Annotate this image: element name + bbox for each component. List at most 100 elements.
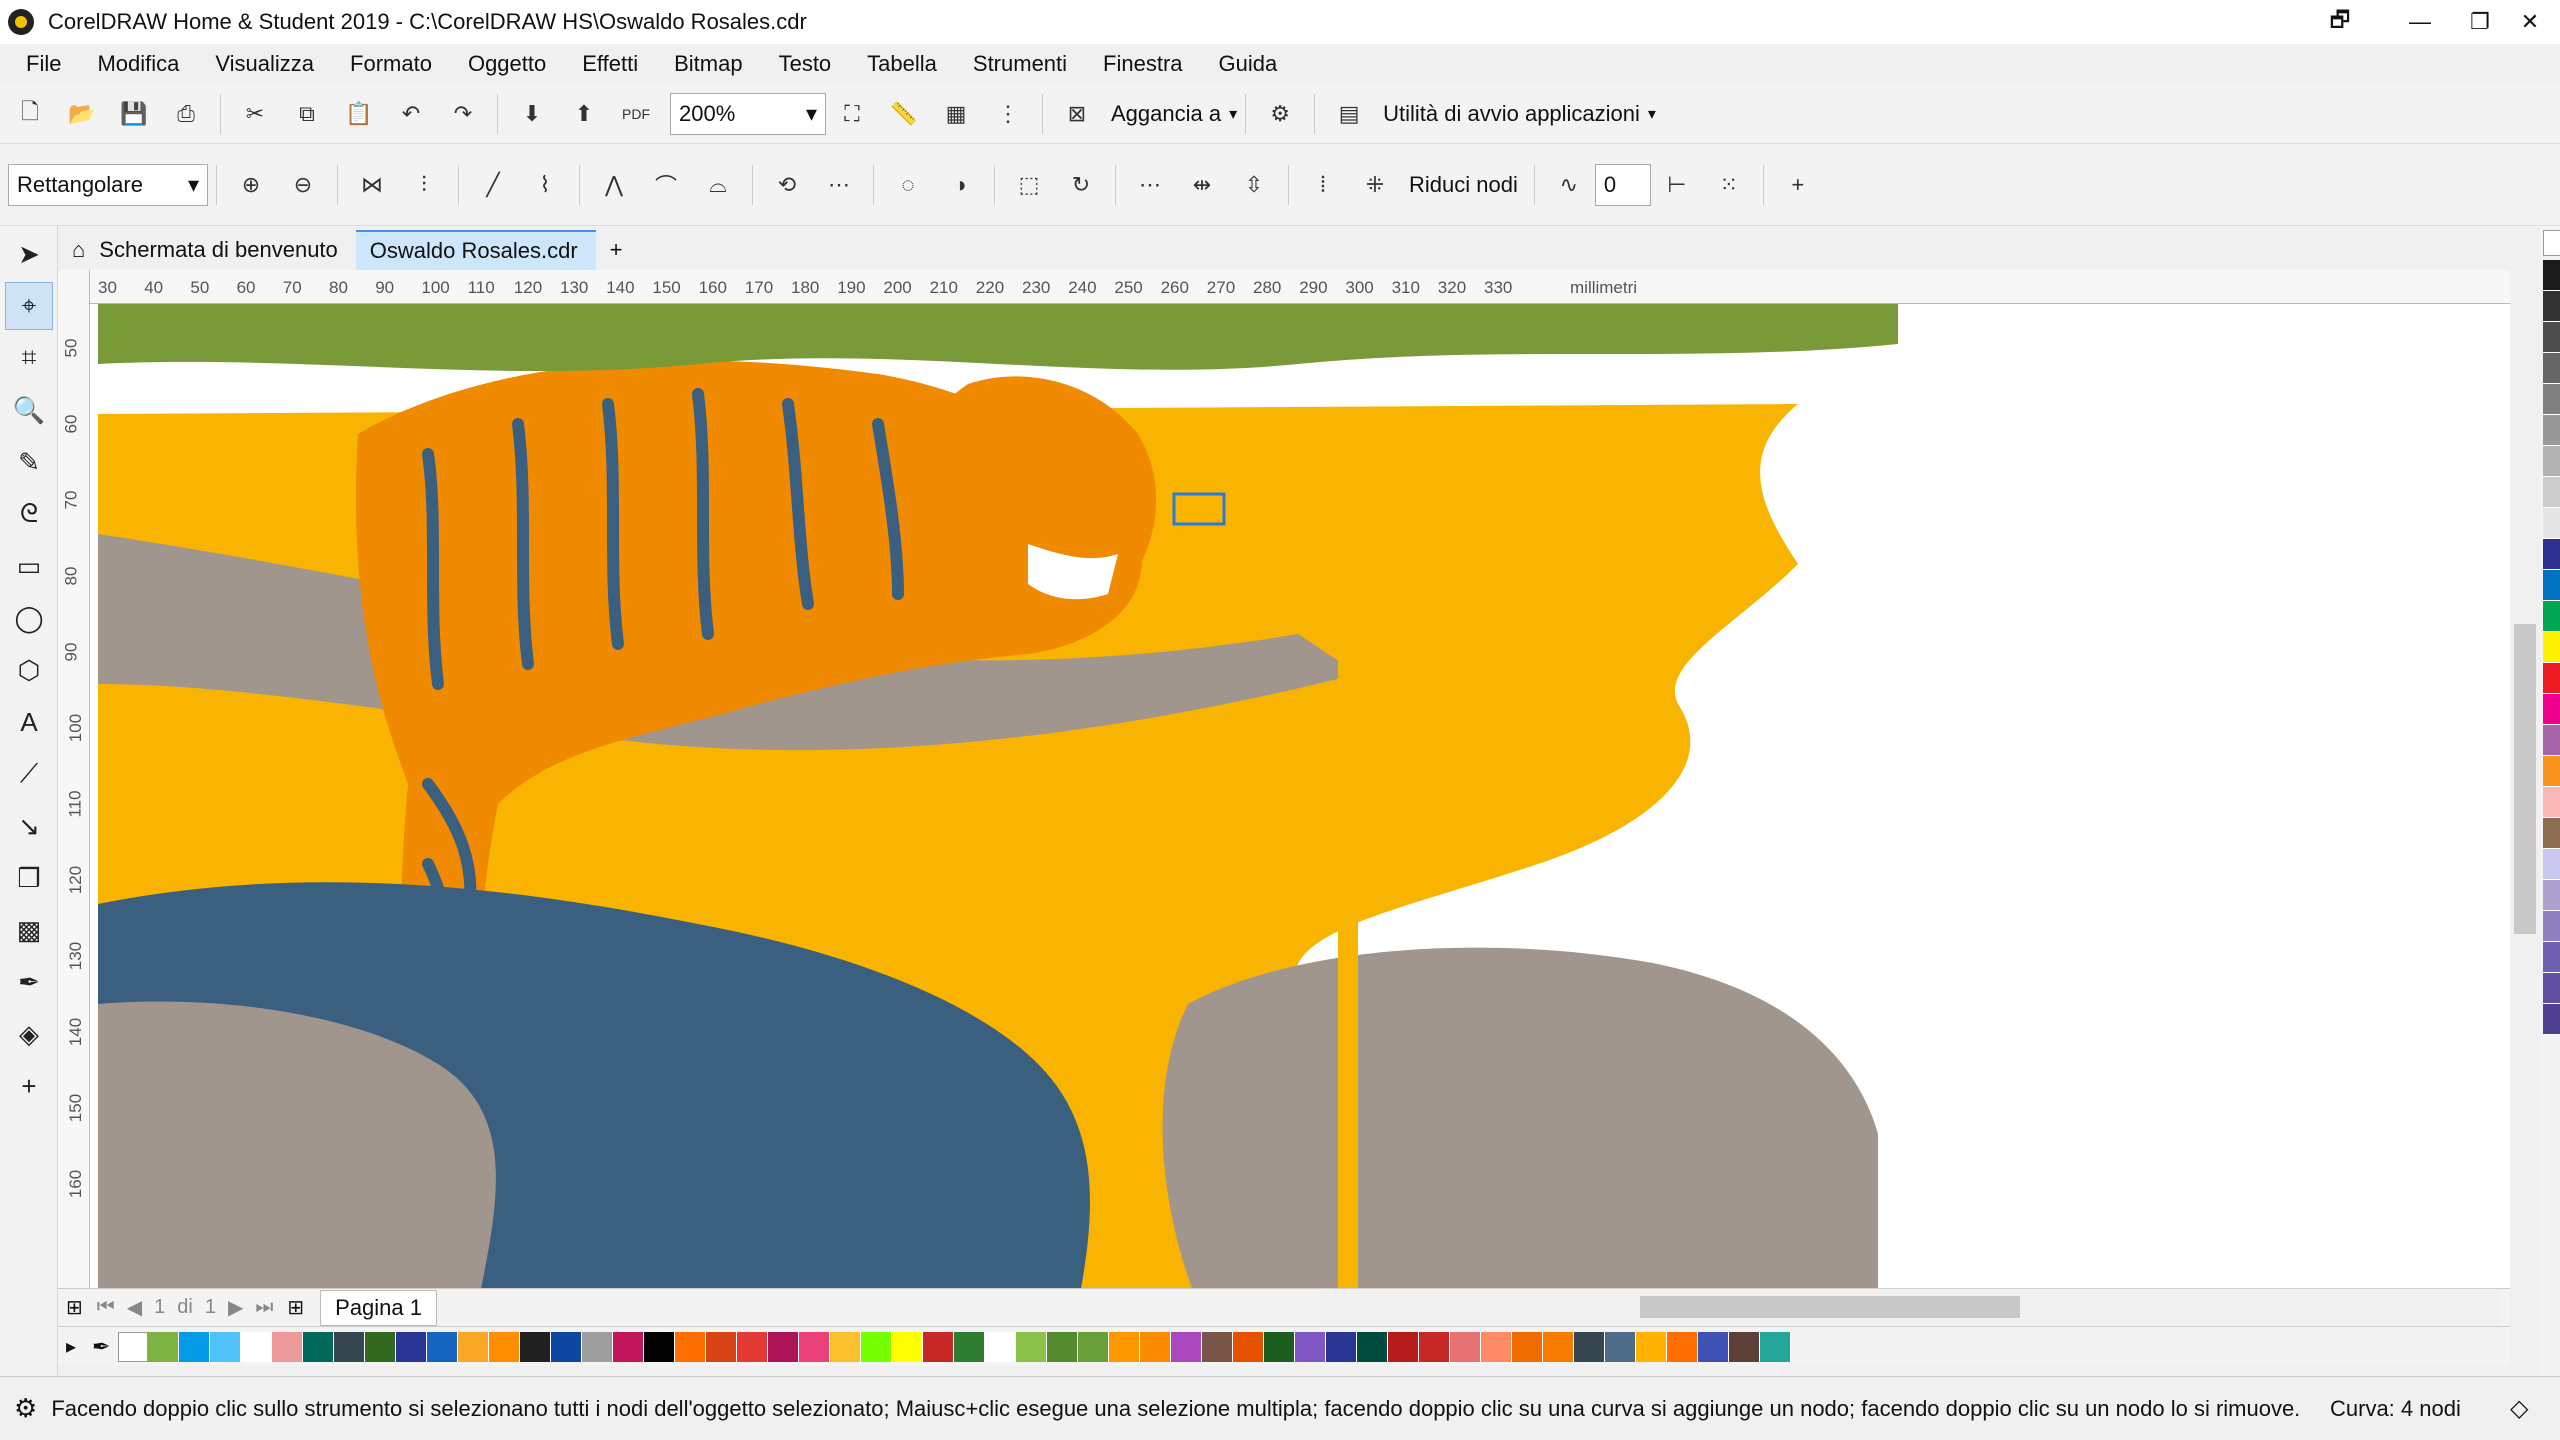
full-screen-icon[interactable]: ⛶: [830, 92, 874, 136]
color-swatch[interactable]: [2543, 570, 2560, 601]
color-swatch[interactable]: [1667, 1331, 1699, 1362]
color-swatch[interactable]: [1729, 1331, 1761, 1362]
smooth-node-icon[interactable]: ⌒: [644, 163, 688, 207]
color-swatch[interactable]: [1512, 1331, 1544, 1362]
color-swatch[interactable]: [644, 1331, 676, 1362]
color-swatch[interactable]: [551, 1331, 583, 1362]
color-swatch[interactable]: [2543, 415, 2560, 446]
color-swatch[interactable]: [1171, 1331, 1203, 1362]
color-swatch[interactable]: [861, 1331, 893, 1362]
add-tool-icon[interactable]: +: [5, 1062, 53, 1110]
color-swatch[interactable]: [365, 1331, 397, 1362]
elastic-mode-icon[interactable]: ⦙: [1301, 163, 1345, 207]
menu-oggetto[interactable]: Oggetto: [460, 49, 554, 79]
color-swatch[interactable]: [1543, 1331, 1575, 1362]
color-swatch[interactable]: [334, 1331, 366, 1362]
ellipse-tool-icon[interactable]: ◯: [5, 594, 53, 642]
close-curve-selected-icon[interactable]: ◑: [938, 163, 982, 207]
print-icon[interactable]: ⎙: [164, 92, 208, 136]
new-tab-button[interactable]: +: [596, 230, 641, 270]
color-swatch[interactable]: [737, 1331, 769, 1362]
menu-strumenti[interactable]: Strumenti: [965, 49, 1075, 79]
add-page-icon[interactable]: ⊞: [66, 1295, 83, 1320]
symmetric-node-icon[interactable]: ⌓: [696, 163, 740, 207]
close-curve-icon[interactable]: ◌: [886, 163, 930, 207]
color-swatch[interactable]: [2543, 353, 2560, 384]
prev-page-icon[interactable]: ◀: [127, 1295, 142, 1320]
menu-bitmap[interactable]: Bitmap: [666, 49, 750, 79]
color-swatch[interactable]: [1481, 1331, 1513, 1362]
color-swatch[interactable]: [830, 1331, 862, 1362]
color-swatch[interactable]: [2543, 756, 2560, 787]
show-rulers-icon[interactable]: 📏: [882, 92, 926, 136]
color-swatch[interactable]: [2543, 1004, 2560, 1035]
snap-to-button[interactable]: Aggancia a: [1111, 101, 1221, 127]
add-page-after-icon[interactable]: ⊞: [287, 1295, 304, 1320]
color-swatch[interactable]: [303, 1331, 335, 1362]
horizontal-ruler[interactable]: 30 40 50 60 70 80 90 100 110 120 130 140 150 160 170 18…: [90, 270, 2510, 304]
palette-scroll-left-icon[interactable]: ▸: [66, 1334, 76, 1359]
color-swatch[interactable]: [2543, 477, 2560, 508]
color-swatch[interactable]: [2543, 291, 2560, 322]
interactive-fill-tool-icon[interactable]: ◈: [5, 1010, 53, 1058]
color-swatch[interactable]: [1357, 1331, 1389, 1362]
reduce-nodes-button[interactable]: Riduci nodi: [1409, 172, 1518, 198]
color-swatch[interactable]: [2543, 942, 2560, 973]
undo-icon[interactable]: ↶: [389, 92, 433, 136]
add-toolbar-item-icon[interactable]: +: [1776, 163, 1820, 207]
color-swatch[interactable]: [799, 1331, 831, 1362]
color-swatch[interactable]: [2543, 539, 2560, 570]
color-swatch[interactable]: [2543, 880, 2560, 911]
color-swatch[interactable]: [1574, 1331, 1606, 1362]
polygon-tool-icon[interactable]: ⬡: [5, 646, 53, 694]
color-swatch[interactable]: [2543, 911, 2560, 942]
drawing-canvas[interactable]: [90, 304, 2510, 1304]
color-swatch[interactable]: [2543, 260, 2560, 291]
join-nodes-icon[interactable]: ⋈: [350, 163, 394, 207]
color-swatch[interactable]: [179, 1331, 211, 1362]
cut-icon[interactable]: ✂: [233, 92, 277, 136]
freehand-tool-icon[interactable]: ✎: [5, 438, 53, 486]
menu-finestra[interactable]: Finestra: [1095, 49, 1190, 79]
eyedropper-tool-icon[interactable]: ✒: [5, 958, 53, 1006]
text-tool-icon[interactable]: A: [5, 698, 53, 746]
reverse-direction-icon[interactable]: ⟲: [765, 163, 809, 207]
show-guidelines-icon[interactable]: ⋮: [986, 92, 1030, 136]
pdf-export-icon[interactable]: PDF: [614, 92, 658, 136]
color-swatch[interactable]: [954, 1331, 986, 1362]
no-color-swatch[interactable]: [2543, 230, 2560, 256]
color-swatch[interactable]: [458, 1331, 490, 1362]
connector-tool-icon[interactable]: ↘: [5, 802, 53, 850]
drop-shadow-tool-icon[interactable]: ❒: [5, 854, 53, 902]
color-swatch[interactable]: [2543, 663, 2560, 694]
horizontal-scrollbar[interactable]: [1320, 1290, 2500, 1324]
color-swatch[interactable]: [1388, 1331, 1420, 1362]
vertical-scrollbar[interactable]: [2510, 304, 2540, 1304]
color-swatch[interactable]: [2543, 694, 2560, 725]
show-grid-icon[interactable]: ▦: [934, 92, 978, 136]
gear-icon[interactable]: ⚙: [14, 1393, 37, 1424]
color-swatch[interactable]: [892, 1331, 924, 1362]
menu-tabella[interactable]: Tabella: [859, 49, 945, 79]
color-swatch[interactable]: [2543, 973, 2560, 1004]
crop-tool-icon[interactable]: ⌗: [5, 334, 53, 382]
color-swatch[interactable]: [1202, 1331, 1234, 1362]
color-swatch[interactable]: [1233, 1331, 1265, 1362]
break-curve-icon[interactable]: ⫶: [402, 163, 446, 207]
color-swatch[interactable]: [2543, 322, 2560, 353]
color-swatch[interactable]: [2543, 632, 2560, 663]
next-page-icon[interactable]: ▶: [228, 1295, 243, 1320]
shape-tool-icon[interactable]: ⌖: [5, 282, 53, 330]
tab-document[interactable]: Oswaldo Rosales.cdr: [355, 230, 596, 270]
rotate-skew-icon[interactable]: ↻: [1059, 163, 1103, 207]
pick-tool-icon[interactable]: ➤: [5, 230, 53, 278]
color-swatch[interactable]: [675, 1331, 707, 1362]
color-swatch[interactable]: [1078, 1331, 1110, 1362]
stretch-scale-icon[interactable]: ⬚: [1007, 163, 1051, 207]
selection-mode-select[interactable]: Rettangolare ▾: [8, 163, 208, 206]
color-swatch[interactable]: [396, 1331, 428, 1362]
horizontal-scroll-thumb[interactable]: [1640, 1296, 2020, 1318]
fill-indicator-icon[interactable]: ◇: [2510, 1394, 2528, 1423]
menu-visualizza[interactable]: Visualizza: [207, 49, 322, 79]
color-swatch[interactable]: [706, 1331, 738, 1362]
